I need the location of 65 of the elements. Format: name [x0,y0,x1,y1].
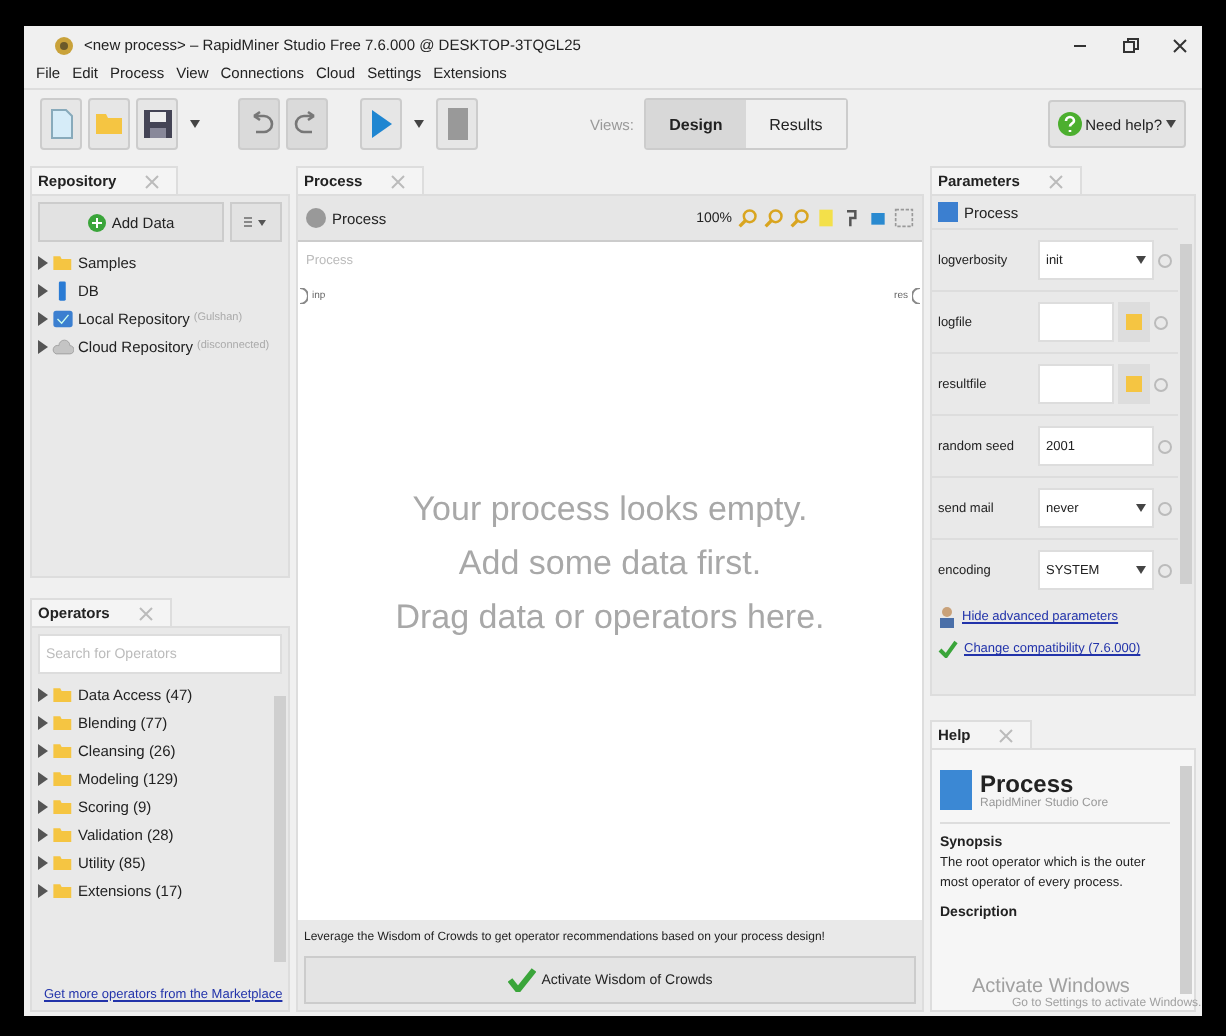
folder-icon [1124,374,1144,394]
undo-button[interactable] [238,98,280,150]
scrollbar[interactable] [274,696,286,962]
folder-icon [52,739,74,761]
help-title: Process [980,770,1074,798]
operator-icon [940,770,972,810]
save-button[interactable] [136,98,178,150]
info-icon[interactable] [1154,315,1168,329]
cloud-icon [52,335,74,357]
person-icon [938,606,956,628]
zoom-in-icon[interactable] [738,208,758,228]
info-icon[interactable] [1158,501,1172,515]
operator-icon [938,202,958,222]
file-field[interactable] [1038,302,1114,342]
play-icon [369,108,393,140]
close-icon[interactable] [1170,35,1190,55]
repository-icon [52,307,74,329]
caret-icon [1136,256,1146,264]
stop-icon [447,108,467,140]
options-button[interactable] [230,202,282,242]
empty-canvas-message: Your process looks empty. [412,490,808,530]
checkmark-icon [938,640,958,658]
folder-icon [52,683,74,705]
redo-button[interactable] [286,98,328,150]
file-field[interactable] [1038,364,1114,404]
scrollbar[interactable] [1180,766,1192,994]
zoom-fit-icon[interactable] [790,208,810,228]
zoom-out-icon[interactable] [764,208,784,228]
new-button[interactable] [40,98,82,150]
restore-icon[interactable] [1120,35,1140,55]
folder-icon [52,251,74,273]
folder-icon [1124,312,1144,332]
checkmark-icon [507,968,536,992]
info-icon[interactable] [1158,563,1172,577]
port-icon[interactable] [300,288,308,304]
folder-icon [52,767,74,789]
info-icon[interactable] [1158,439,1172,453]
caret-icon [1136,566,1146,574]
empty-canvas-message: Add some data first. [458,544,762,584]
document-icon [49,108,73,140]
caret-icon [190,120,200,128]
port-icon[interactable] [912,288,920,304]
info-icon[interactable] [1158,253,1172,267]
folder-icon [93,108,125,140]
scrollbar[interactable] [1180,244,1192,584]
folder-icon [52,851,74,873]
activation-notice: Activate Windows [972,976,1130,998]
connect-icon[interactable] [842,208,862,228]
app-icon [54,35,74,55]
info-icon[interactable] [1154,377,1168,391]
folder-icon [52,795,74,817]
folder-icon [52,711,74,733]
folder-icon [52,879,74,901]
folder-icon [52,823,74,845]
cube-icon[interactable] [868,208,888,228]
question-icon [1057,112,1082,136]
caret-icon [1166,120,1176,128]
process-icon [306,208,326,228]
plus-icon [87,213,106,231]
empty-canvas-message: Drag data or operators here. [395,598,825,638]
caret-icon [1136,504,1146,512]
grid-icon[interactable] [894,208,914,228]
view-tab[interactable]: Design [645,100,746,148]
caret-icon [414,120,424,128]
list-menu-icon [244,216,268,228]
